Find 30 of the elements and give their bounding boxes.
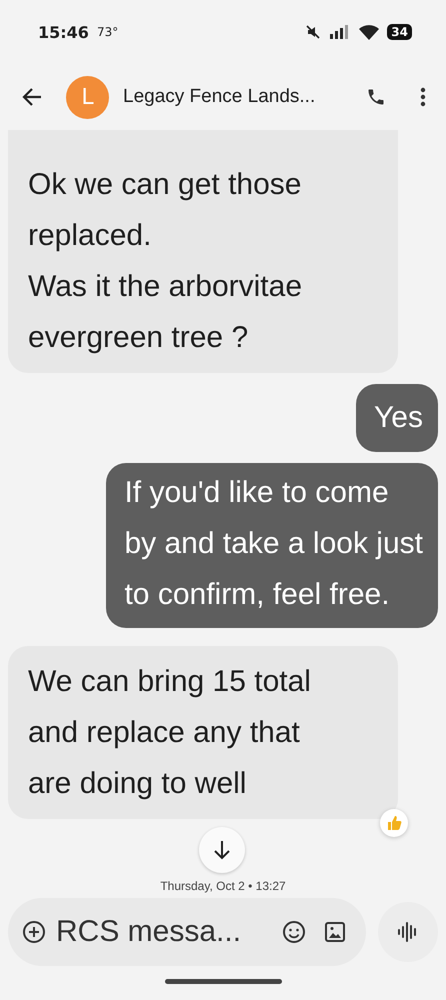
message-text: Yes [374, 400, 423, 436]
message-text: Was it the arborvitae [28, 269, 303, 305]
back-arrow-icon[interactable] [22, 88, 42, 106]
message-text-input[interactable]: RCS messa... [56, 915, 264, 949]
phone-icon[interactable] [366, 87, 386, 107]
emoji-icon[interactable] [282, 920, 306, 944]
message-text: We can bring 15 total [28, 664, 312, 700]
message-text: Ok we can get those [28, 167, 302, 203]
arrow-down-icon [213, 840, 231, 860]
message-text: replaced. [28, 218, 152, 254]
message-text: If you'd like to come [124, 475, 390, 511]
message-text: evergreen tree ? [28, 320, 250, 356]
message-text: are doing to well [28, 766, 248, 802]
add-icon[interactable] [22, 920, 46, 944]
mute-icon [305, 24, 322, 40]
message-input[interactable]: RCS messa... [8, 898, 366, 966]
status-time: 15:46 [38, 22, 89, 42]
contact-avatar: L [66, 76, 109, 118]
message-text: by and take a look just [124, 526, 423, 562]
scroll-down-button[interactable] [199, 827, 245, 873]
contact-name: Legacy Fence Lands... [123, 86, 316, 108]
waveform-icon [397, 922, 419, 942]
image-icon[interactable] [324, 921, 346, 943]
battery-indicator: 34 [387, 24, 412, 40]
timestamp: Thursday, Oct 2 • 13:27 [159, 879, 287, 893]
more-options-icon[interactable] [420, 87, 426, 107]
message-text: and replace any that [28, 715, 301, 751]
temperature: 73° [96, 25, 118, 39]
message-text: to confirm, feel free. [124, 577, 391, 613]
wifi-icon [359, 24, 380, 40]
